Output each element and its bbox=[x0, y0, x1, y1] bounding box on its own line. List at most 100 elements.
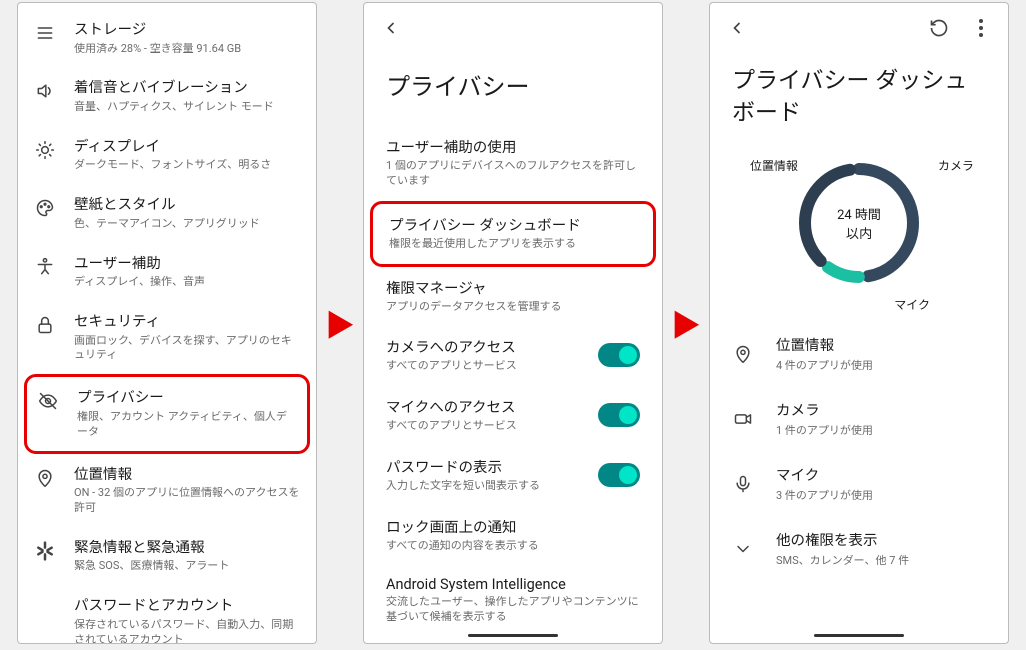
privacy-item-title: パスワードの表示 bbox=[386, 456, 586, 477]
settings-item-location[interactable]: 位置情報 ON - 32 個のアプリに位置情報へのアクセスを許可 bbox=[18, 454, 316, 527]
donut-label-camera: カメラ bbox=[938, 157, 974, 174]
donut-center-line1: 24 時間 bbox=[837, 204, 881, 223]
settings-item-sub: 緊急 SOS、医療情報、アラート bbox=[74, 559, 300, 574]
privacy-screen: プライバシー ユーザー補助の使用 1 個のアプリにデバイスへのフルアクセスを許可… bbox=[363, 2, 663, 644]
privacy-list: ユーザー補助の使用 1 個のアプリにデバイスへのフルアクセスを許可しています プ… bbox=[364, 126, 662, 636]
toggle-switch[interactable] bbox=[598, 463, 640, 487]
dashboard-item-sub: SMS、カレンダー、他 7 件 bbox=[776, 552, 986, 568]
settings-item-title: プライバシー bbox=[77, 388, 291, 408]
settings-item-title: 緊急情報と緊急通報 bbox=[74, 538, 300, 558]
settings-item-title: パスワードとアカウント bbox=[74, 596, 300, 616]
privacy-icon bbox=[37, 390, 59, 412]
home-indicator[interactable] bbox=[468, 634, 558, 637]
dashboard-item-title: マイク bbox=[776, 464, 986, 485]
dashboard-item-sub: 1 件のアプリが使用 bbox=[776, 422, 986, 438]
lock-icon bbox=[34, 314, 56, 336]
back-icon[interactable] bbox=[726, 17, 748, 39]
privacy-dashboard-screen: プライバシー ダッシュボード 位置情報 カメラ 24 時間 以内 マイク 位置情… bbox=[709, 2, 1009, 644]
privacy-item[interactable]: マイクへのアクセス すべてのアプリとサービス bbox=[364, 386, 662, 446]
settings-item-sub: 権限、アカウント アクティビティ、個人データ bbox=[77, 410, 291, 440]
dashboard-item-title: カメラ bbox=[776, 399, 986, 420]
flow-arrow-icon: ▶ bbox=[325, 301, 355, 345]
emergency-icon bbox=[34, 540, 56, 562]
privacy-item-title: プライバシー ダッシュボード bbox=[389, 214, 637, 235]
settings-item-title: セキュリティ bbox=[74, 312, 300, 332]
dashboard-item-title: 位置情報 bbox=[776, 334, 986, 355]
donut-center-line2: 以内 bbox=[846, 223, 872, 242]
settings-item-storage[interactable]: ストレージ 使用済み 28% - 空き容量 91.64 GB bbox=[18, 9, 316, 67]
settings-item-sub: ON - 32 個のアプリに位置情報へのアクセスを許可 bbox=[74, 486, 300, 516]
dashboard-list: 位置情報 4 件のアプリが使用 カメラ 1 件のアプリが使用 マイク 3 件のア… bbox=[710, 315, 1008, 581]
privacy-item[interactable]: パスワードの表示 入力した文字を短い間表示する bbox=[364, 446, 662, 506]
dashboard-item-camera[interactable]: カメラ 1 件のアプリが使用 bbox=[710, 386, 1008, 451]
settings-item-title: ストレージ bbox=[74, 20, 300, 40]
dashboard-item-expand[interactable]: 他の権限を表示 SMS、カレンダー、他 7 件 bbox=[710, 516, 1008, 581]
privacy-item-title: Android System Intelligence bbox=[386, 576, 640, 593]
privacy-item-title: ユーザー補助の使用 bbox=[386, 136, 640, 157]
back-icon[interactable] bbox=[380, 17, 402, 39]
privacy-item[interactable]: Android System Intelligence 交流したユーザー、操作し… bbox=[364, 566, 662, 637]
settings-item-lock[interactable]: セキュリティ 画面ロック、デバイスを探す、アプリのセキュリティ bbox=[18, 301, 316, 374]
privacy-item[interactable]: プライバシー ダッシュボード 権限を最近使用したアプリを表示する bbox=[373, 204, 653, 264]
settings-item-accessibility[interactable]: ユーザー補助 ディスプレイ、操作、音声 bbox=[18, 243, 316, 301]
privacy-item-title: ロック画面上の通知 bbox=[386, 516, 640, 537]
location-icon bbox=[732, 343, 754, 365]
settings-item-sub: 色、テーマアイコン、アプリグリッド bbox=[74, 217, 300, 232]
accessibility-icon bbox=[34, 256, 56, 278]
page-title: プライバシー ダッシュボード bbox=[710, 47, 1008, 139]
flow-arrow-icon: ▶ bbox=[671, 301, 701, 345]
app-bar bbox=[364, 3, 662, 47]
storage-icon bbox=[34, 22, 56, 44]
privacy-item-title: カメラへのアクセス bbox=[386, 336, 586, 357]
volume-icon bbox=[34, 80, 56, 102]
settings-list: ストレージ 使用済み 28% - 空き容量 91.64 GB 着信音とバイブレー… bbox=[18, 3, 316, 644]
settings-item-blank[interactable]: パスワードとアカウント 保存されているパスワード、自動入力、同期されているアカウ… bbox=[18, 585, 316, 644]
expand-icon bbox=[732, 538, 754, 560]
settings-item-sub: 保存されているパスワード、自動入力、同期されているアカウント bbox=[74, 618, 300, 644]
privacy-item-sub: すべてのアプリとサービス bbox=[386, 359, 586, 374]
page-title: プライバシー bbox=[364, 47, 662, 126]
settings-item-title: 壁紙とスタイル bbox=[74, 195, 300, 215]
refresh-icon[interactable] bbox=[928, 17, 950, 39]
privacy-item[interactable]: カメラへのアクセス すべてのアプリとサービス bbox=[364, 326, 662, 386]
display-icon bbox=[34, 139, 56, 161]
settings-item-title: 位置情報 bbox=[74, 465, 300, 485]
dashboard-item-location[interactable]: 位置情報 4 件のアプリが使用 bbox=[710, 321, 1008, 386]
privacy-item-title: 権限マネージャ bbox=[386, 277, 640, 298]
privacy-item-title: マイクへのアクセス bbox=[386, 396, 586, 417]
settings-item-palette[interactable]: 壁紙とスタイル 色、テーマアイコン、アプリグリッド bbox=[18, 184, 316, 242]
dashboard-item-mic[interactable]: マイク 3 件のアプリが使用 bbox=[710, 451, 1008, 516]
home-indicator[interactable] bbox=[814, 634, 904, 637]
settings-item-sub: 使用済み 28% - 空き容量 91.64 GB bbox=[74, 42, 300, 57]
privacy-item-sub: 入力した文字を短い間表示する bbox=[386, 479, 586, 494]
location-icon bbox=[34, 467, 56, 489]
settings-item-title: 着信音とバイブレーション bbox=[74, 78, 300, 98]
dashboard-item-sub: 3 件のアプリが使用 bbox=[776, 487, 986, 503]
toggle-switch[interactable] bbox=[598, 403, 640, 427]
mic-icon bbox=[732, 473, 754, 495]
settings-item-emergency[interactable]: 緊急情報と緊急通報 緊急 SOS、医療情報、アラート bbox=[18, 527, 316, 585]
privacy-item[interactable]: ロック画面上の通知 すべての通知の内容を表示する bbox=[364, 506, 662, 566]
toggle-switch[interactable] bbox=[598, 343, 640, 367]
settings-item-volume[interactable]: 着信音とバイブレーション 音量、ハプティクス、サイレント モード bbox=[18, 67, 316, 125]
privacy-item-sub: アプリのデータアクセスを管理する bbox=[386, 300, 640, 315]
privacy-item-sub: すべての通知の内容を表示する bbox=[386, 539, 640, 554]
settings-item-sub: ディスプレイ、操作、音声 bbox=[74, 275, 300, 290]
privacy-item-sub: 権限を最近使用したアプリを表示する bbox=[389, 237, 637, 252]
privacy-item-sub: 交流したユーザー、操作したアプリやコンテンツに基づいて候補を表示する bbox=[386, 595, 640, 625]
settings-item-title: ディスプレイ bbox=[74, 137, 300, 157]
app-bar bbox=[710, 3, 1008, 47]
privacy-item[interactable]: 権限マネージャ アプリのデータアクセスを管理する bbox=[364, 267, 662, 327]
settings-screen: ストレージ 使用済み 28% - 空き容量 91.64 GB 着信音とバイブレー… bbox=[17, 2, 317, 644]
settings-item-sub: 音量、ハプティクス、サイレント モード bbox=[74, 100, 300, 115]
privacy-item[interactable]: ユーザー補助の使用 1 個のアプリにデバイスへのフルアクセスを許可しています bbox=[364, 126, 662, 201]
blank-icon bbox=[34, 598, 56, 620]
settings-item-privacy[interactable]: プライバシー 権限、アカウント アクティビティ、個人データ bbox=[27, 377, 307, 450]
more-icon[interactable] bbox=[970, 17, 992, 39]
camera-icon bbox=[732, 408, 754, 430]
settings-item-sub: ダークモード、フォントサイズ、明るさ bbox=[74, 158, 300, 173]
donut-label-mic: マイク bbox=[894, 296, 930, 313]
usage-donut-chart: 位置情報 カメラ 24 時間 以内 マイク bbox=[710, 139, 1008, 315]
privacy-item-sub: すべてのアプリとサービス bbox=[386, 419, 586, 434]
settings-item-display[interactable]: ディスプレイ ダークモード、フォントサイズ、明るさ bbox=[18, 126, 316, 184]
